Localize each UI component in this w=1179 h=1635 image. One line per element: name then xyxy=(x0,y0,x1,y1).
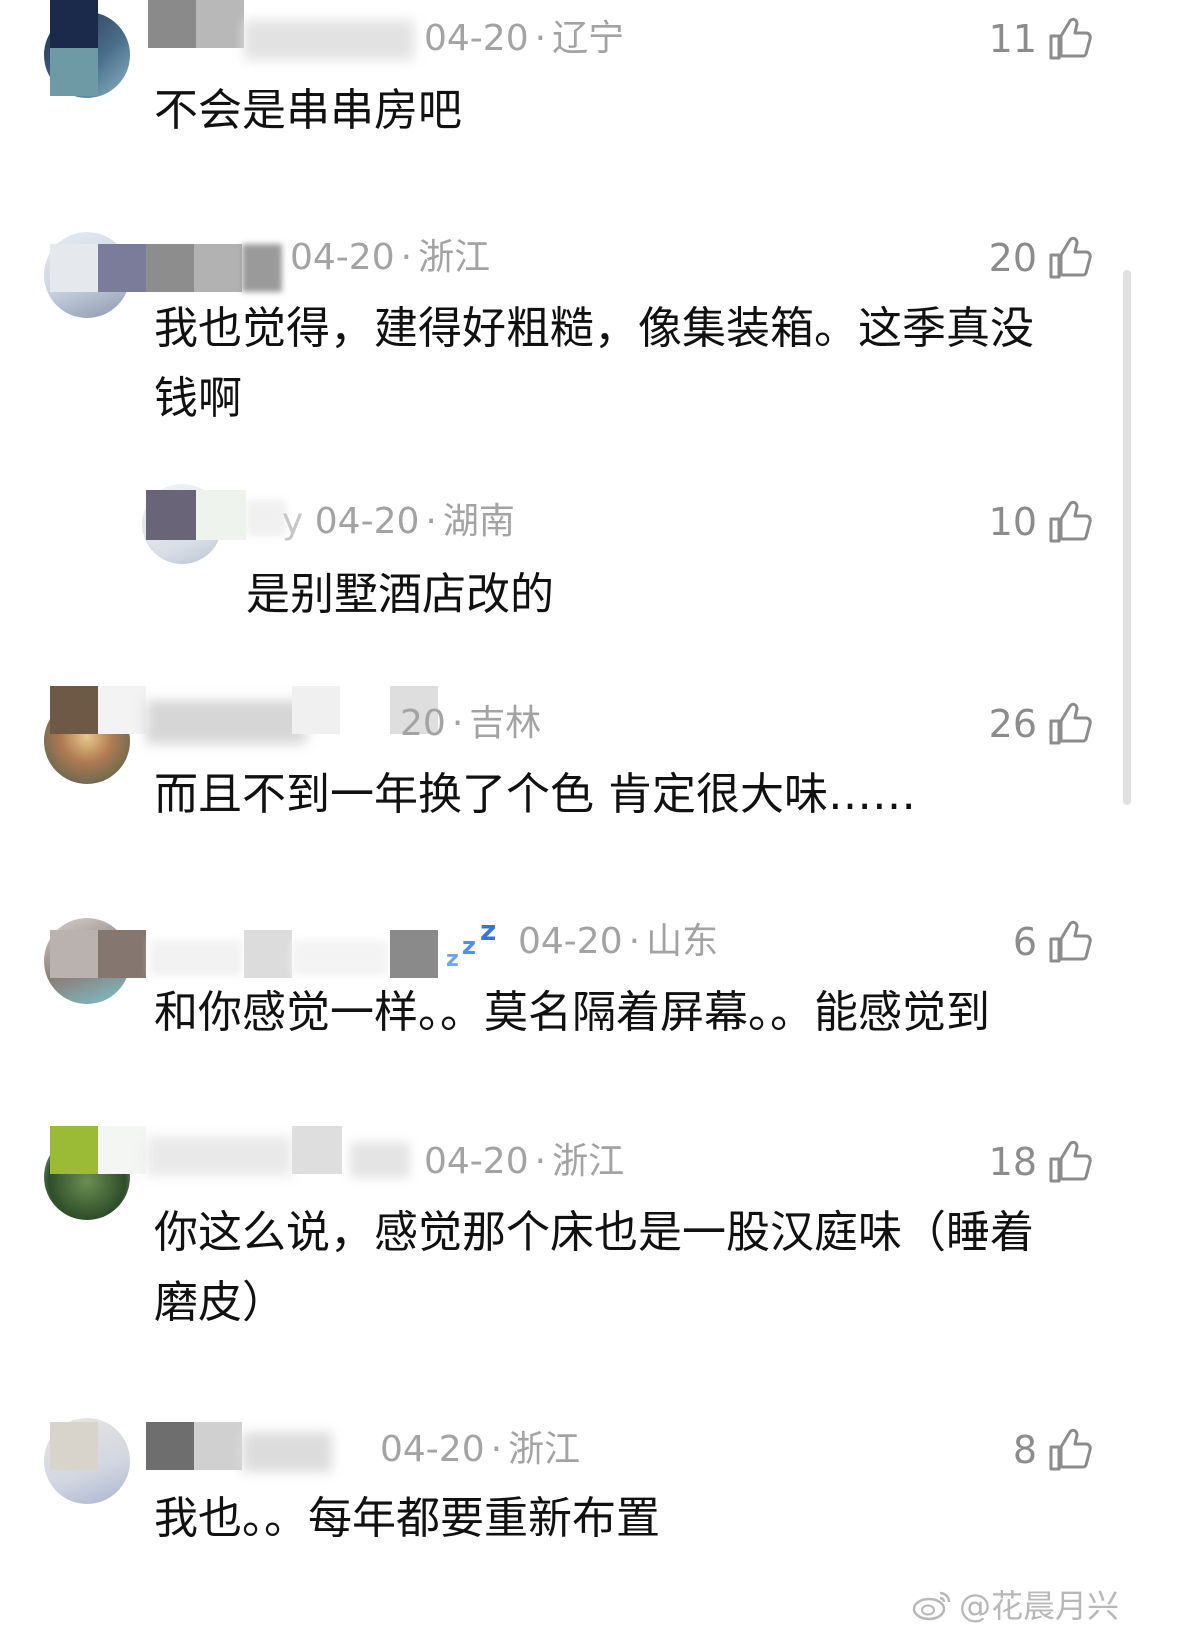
thumbs-up-icon xyxy=(1049,702,1092,745)
like-button[interactable]: 26 xyxy=(989,701,1093,747)
username-mosaic xyxy=(292,1126,342,1174)
comment-meta: 04-20 · 浙江 xyxy=(380,1429,581,1470)
like-count: 6 xyxy=(1012,920,1037,964)
thumbs-up-icon xyxy=(1049,500,1092,543)
comment-text: 是别墅酒店改的 xyxy=(246,569,554,620)
thumbs-up-icon xyxy=(1049,1140,1092,1183)
like-count: 26 xyxy=(988,702,1037,746)
username-mosaic xyxy=(146,1136,292,1176)
username-mosaic xyxy=(194,1422,242,1470)
username-mosaic xyxy=(244,20,414,60)
username-mosaic xyxy=(146,700,306,744)
username-mosaic xyxy=(196,0,244,48)
username-mosaic xyxy=(148,0,196,48)
like-button[interactable]: 6 xyxy=(1013,919,1093,965)
like-button[interactable]: 20 xyxy=(989,235,1093,281)
comment-date: 04-20 xyxy=(518,921,623,962)
comment-region: 吉林 xyxy=(469,703,542,744)
comment-date: 04-20 xyxy=(424,18,529,59)
comment-date: 04-20 xyxy=(380,1429,485,1470)
like-count: 8 xyxy=(1012,1428,1037,1472)
username-mosaic xyxy=(150,940,242,976)
username-mosaic xyxy=(98,244,146,292)
username-mosaic xyxy=(292,940,388,976)
sleeping-zzz-icon: z z z xyxy=(446,914,496,970)
username-mosaic xyxy=(390,930,438,978)
username-mosaic xyxy=(50,244,98,292)
comment-meta: 04-20 · 辽宁 xyxy=(424,18,625,59)
comment-text: 而且不到一年换了个色 肯定很大味…… xyxy=(154,769,916,820)
username-mosaic xyxy=(292,686,340,734)
comment-text: 不会是串串房吧 xyxy=(154,85,462,136)
comment-date: 04-20 xyxy=(424,1141,529,1182)
username-mosaic xyxy=(50,686,98,734)
like-button[interactable]: 10 xyxy=(989,499,1093,545)
svg-text:z: z xyxy=(462,932,476,960)
username-mosaic xyxy=(50,48,98,96)
comment-text: 我也觉得，建得好粗糙，像集装箱。这季真没 钱啊 xyxy=(154,303,1034,424)
comment-meta: y 04-20 · 湖南 xyxy=(282,501,515,542)
scrollbar[interactable] xyxy=(1123,270,1131,805)
username-mosaic xyxy=(146,1422,194,1470)
like-button[interactable]: 18 xyxy=(989,1139,1093,1185)
thumbs-up-icon xyxy=(1049,1428,1092,1471)
svg-text:z: z xyxy=(480,914,496,947)
thumbs-up-icon xyxy=(1049,920,1092,963)
username-mosaic xyxy=(146,244,194,292)
username-mosaic xyxy=(242,1432,332,1472)
comment-text: 和你感觉一样。。莫名隔着屏幕。。能感觉到 xyxy=(154,987,990,1038)
username-mosaic xyxy=(196,490,246,540)
thumbs-up-icon xyxy=(1049,17,1092,60)
username-mosaic xyxy=(246,500,286,536)
comment-region: 浙江 xyxy=(508,1429,581,1470)
like-count: 20 xyxy=(988,236,1037,280)
username-mosaic xyxy=(194,244,242,292)
comment-region: 浙江 xyxy=(552,1141,625,1182)
username-mosaic xyxy=(50,930,98,978)
like-count: 11 xyxy=(988,17,1037,61)
username-mosaic xyxy=(98,686,146,734)
comment-region: 辽宁 xyxy=(552,18,625,59)
username-mosaic xyxy=(350,1142,410,1178)
comment-date: 20 xyxy=(400,703,446,744)
comment-text: 我也。。每年都要重新布置 xyxy=(154,1493,660,1544)
username-mosaic xyxy=(50,1422,98,1470)
watermark: @花晨月兴 xyxy=(911,1581,1119,1627)
comment-region: 湖南 xyxy=(442,501,515,542)
username-mosaic xyxy=(242,244,282,292)
like-count: 18 xyxy=(988,1140,1037,1184)
username-mosaic xyxy=(98,930,146,978)
comment-text: 你这么说，感觉那个床也是一股汉庭味（睡着 磨皮） xyxy=(154,1207,1034,1328)
comment-date: 04-20 xyxy=(314,501,420,542)
svg-text:z: z xyxy=(446,947,459,970)
thumbs-up-icon xyxy=(1049,236,1092,279)
username-mosaic xyxy=(146,490,196,540)
username-mosaic xyxy=(98,1126,146,1174)
comment-meta: 04-20 · 浙江 xyxy=(424,1141,625,1182)
username-mosaic xyxy=(244,930,292,978)
like-button[interactable]: 11 xyxy=(989,16,1093,62)
comment-meta: 20 · 吉林 xyxy=(400,703,542,744)
username-mosaic xyxy=(50,1126,98,1174)
weibo-logo-icon xyxy=(912,1591,951,1621)
comment-meta: 04-20 · 浙江 xyxy=(290,237,491,278)
comment-meta: 04-20 · 山东 xyxy=(518,921,719,962)
comment-region: 浙江 xyxy=(418,237,491,278)
like-button[interactable]: 8 xyxy=(1013,1427,1093,1473)
comment-region: 山东 xyxy=(646,921,719,962)
like-count: 10 xyxy=(988,500,1037,544)
comment-date: 04-20 xyxy=(290,237,395,278)
watermark-text: @花晨月兴 xyxy=(958,1587,1119,1625)
comment-name-fragment: y xyxy=(282,501,304,542)
username-mosaic xyxy=(50,0,98,48)
